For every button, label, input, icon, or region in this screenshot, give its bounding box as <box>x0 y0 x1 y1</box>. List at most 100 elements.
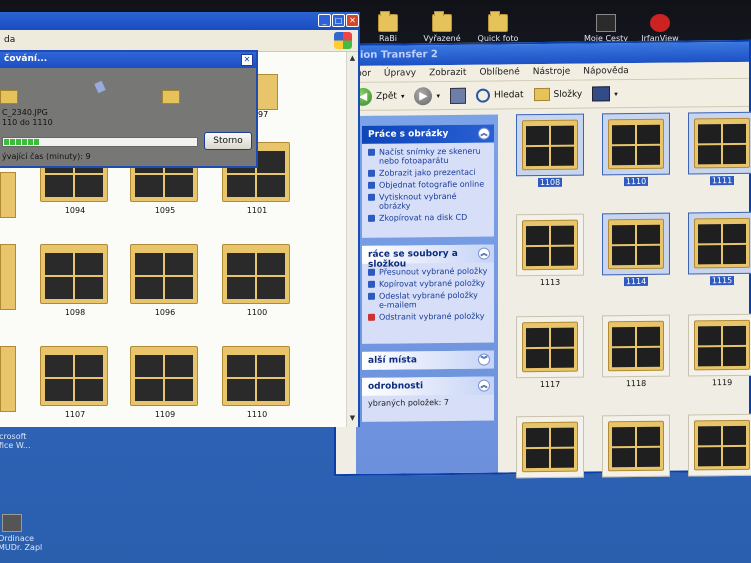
views-icon <box>592 86 611 102</box>
folder-thumb[interactable]: 1110 <box>222 346 292 428</box>
desktop-icon-ordinace[interactable]: Ordinace MUDr. Zapl <box>0 514 48 552</box>
desktop-icon-moje-cesty[interactable]: Moje Cesty <box>578 14 634 43</box>
folder-thumb[interactable] <box>516 415 584 489</box>
folder-thumb[interactable]: 1098 <box>40 244 110 326</box>
task-pane: Práce s obrázky ︽ Načíst snímky ze skene… <box>356 114 498 474</box>
progress-fill <box>4 139 39 145</box>
shortcut-icon <box>2 514 22 532</box>
folder-thumb[interactable]: 1111 <box>688 111 751 186</box>
desktop-icon-quick-foto[interactable]: Quick foto <box>470 11 526 43</box>
folder-icon <box>694 319 750 371</box>
folder-icon <box>694 117 750 169</box>
dropdown-arrow-icon: ▾ <box>400 91 405 100</box>
search-button[interactable]: Hledat <box>475 88 524 103</box>
folder-icon <box>608 218 664 270</box>
close-icon[interactable]: ✕ <box>241 54 253 66</box>
destination-folder-icon <box>162 90 180 104</box>
email-icon <box>368 292 375 300</box>
folder-icon <box>378 11 398 32</box>
task-scan[interactable]: Načíst snímky ze skeneru nebo fotoaparát… <box>368 147 488 166</box>
dropdown-arrow-icon: ▾ <box>614 89 618 98</box>
menu-help[interactable]: Nápověda <box>583 66 629 76</box>
menu-favorites[interactable]: Oblíbené <box>479 67 519 77</box>
time-remaining: ývající čas (minuty): 9 <box>2 152 91 161</box>
task-copy-cd[interactable]: Zkopírovat na disk CD <box>368 213 488 223</box>
folder-thumb[interactable]: 1109 <box>130 346 200 428</box>
task-box-title[interactable]: Práce s obrázky ︽ <box>362 124 494 144</box>
menu-tools[interactable]: Nástroje <box>533 67 571 77</box>
folder-thumb-partial[interactable] <box>0 346 16 412</box>
thumbnail-grid: 1108 1110 1111 1113 1114 1115 1117 1118 … <box>508 108 751 479</box>
views-button[interactable]: ▾ <box>592 86 618 102</box>
desktop-icon-irfanview[interactable]: IrfanView <box>632 14 688 43</box>
task-print[interactable]: Vytisknout vybrané obrázky <box>368 192 488 211</box>
folder-icon <box>608 118 664 170</box>
task-delete[interactable]: Odstranit vybrané položky <box>368 312 488 322</box>
folder-thumb-partial[interactable] <box>0 244 16 310</box>
expand-icon[interactable]: ︾ <box>478 353 490 366</box>
task-box-details: odrobnosti ︽ ybraných položek: 7 <box>362 376 494 422</box>
dropdown-arrow-icon: ▾ <box>436 91 440 100</box>
dialog-title[interactable]: čování... ✕ <box>0 52 256 68</box>
task-box-files: ráce se soubory a složkou ︽ Přesunout vy… <box>362 244 494 344</box>
cancel-button[interactable]: Storno <box>204 132 252 150</box>
folder-thumb[interactable]: 1118 <box>602 314 670 388</box>
minimize-button[interactable]: _ <box>318 14 331 27</box>
folder-icon <box>222 244 290 304</box>
folder-thumb[interactable]: 1100 <box>222 244 292 326</box>
desktop-icon-office[interactable]: Microsoft Office W... <box>0 432 50 450</box>
folder-icon <box>40 244 108 304</box>
close-button[interactable]: ✕ <box>346 14 359 27</box>
folder-icon <box>130 346 198 406</box>
task-copy[interactable]: Kopírovat vybrané položky <box>368 279 488 289</box>
scroll-down-icon[interactable]: ▼ <box>347 414 358 425</box>
selected-count: ybraných položek: 7 <box>368 397 449 408</box>
collapse-icon[interactable]: ︽ <box>478 127 490 140</box>
folder-thumb[interactable]: 1108 <box>516 113 584 188</box>
delete-icon <box>368 313 375 321</box>
folders-button[interactable]: Složky <box>533 87 582 102</box>
globe-icon <box>368 181 375 189</box>
desktop-icon-vyrazene[interactable]: Vyřazené <box>414 11 470 43</box>
windows-logo-icon <box>334 32 352 49</box>
folder-thumb[interactable]: 1114 <box>602 212 670 287</box>
folder-thumb[interactable]: 1110 <box>602 112 670 187</box>
folder-thumb[interactable]: 1117 <box>516 315 584 389</box>
folder-thumb[interactable] <box>688 413 751 487</box>
collapse-icon[interactable]: ︽ <box>478 379 490 392</box>
task-box-title[interactable]: alší místa ︾ <box>362 350 494 370</box>
thumb-label: 97 <box>258 110 269 119</box>
task-slideshow[interactable]: Zobrazit jako prezentaci <box>368 168 488 178</box>
up-button[interactable] <box>449 87 466 104</box>
folder-thumb[interactable] <box>602 414 670 488</box>
folder-thumb[interactable]: 1113 <box>516 213 584 287</box>
folder-icon <box>522 119 578 171</box>
forward-button[interactable]: ▶ ▾ <box>414 86 440 105</box>
collapse-icon[interactable]: ︽ <box>478 247 490 260</box>
task-box-title[interactable]: odrobnosti ︽ <box>362 376 494 396</box>
folder-thumb[interactable]: 1115 <box>688 211 751 286</box>
folder-icon <box>522 321 578 373</box>
scroll-up-icon[interactable]: ▲ <box>347 54 358 65</box>
file-count: 110 do 1110 <box>2 118 53 127</box>
maximize-button[interactable]: □ <box>332 14 345 27</box>
folder-icon <box>222 346 290 406</box>
vertical-scrollbar[interactable]: ▲ ▼ <box>346 52 358 427</box>
task-box-places: alší místa ︾ <box>362 350 494 370</box>
irfanview-icon <box>650 14 670 32</box>
menu-view[interactable]: Zobrazit <box>429 68 466 78</box>
folder-thumb[interactable]: 1107 <box>40 346 110 428</box>
task-order-prints[interactable]: Objednat fotografie online <box>368 180 488 190</box>
desktop-icon-rabi[interactable]: RaBi <box>360 11 416 43</box>
menu-edit[interactable]: Úpravy <box>384 68 416 78</box>
folder-thumb[interactable]: 1119 <box>688 313 751 387</box>
task-box-pictures: Práce s obrázky ︽ Načíst snímky ze skene… <box>362 124 494 238</box>
task-box-title[interactable]: ráce se soubory a složkou ︽ <box>362 244 494 270</box>
folder-icon <box>130 244 198 304</box>
task-email[interactable]: Odeslat vybrané položky e-mailem <box>368 291 488 310</box>
address-bar[interactable]: da <box>0 30 358 52</box>
window-titlebar[interactable]: _ □ ✕ <box>0 12 359 30</box>
back-button[interactable]: ◀ Zpět ▾ <box>354 87 404 106</box>
folder-thumb[interactable]: 1096 <box>130 244 200 326</box>
folder-thumb-partial[interactable] <box>0 172 16 218</box>
